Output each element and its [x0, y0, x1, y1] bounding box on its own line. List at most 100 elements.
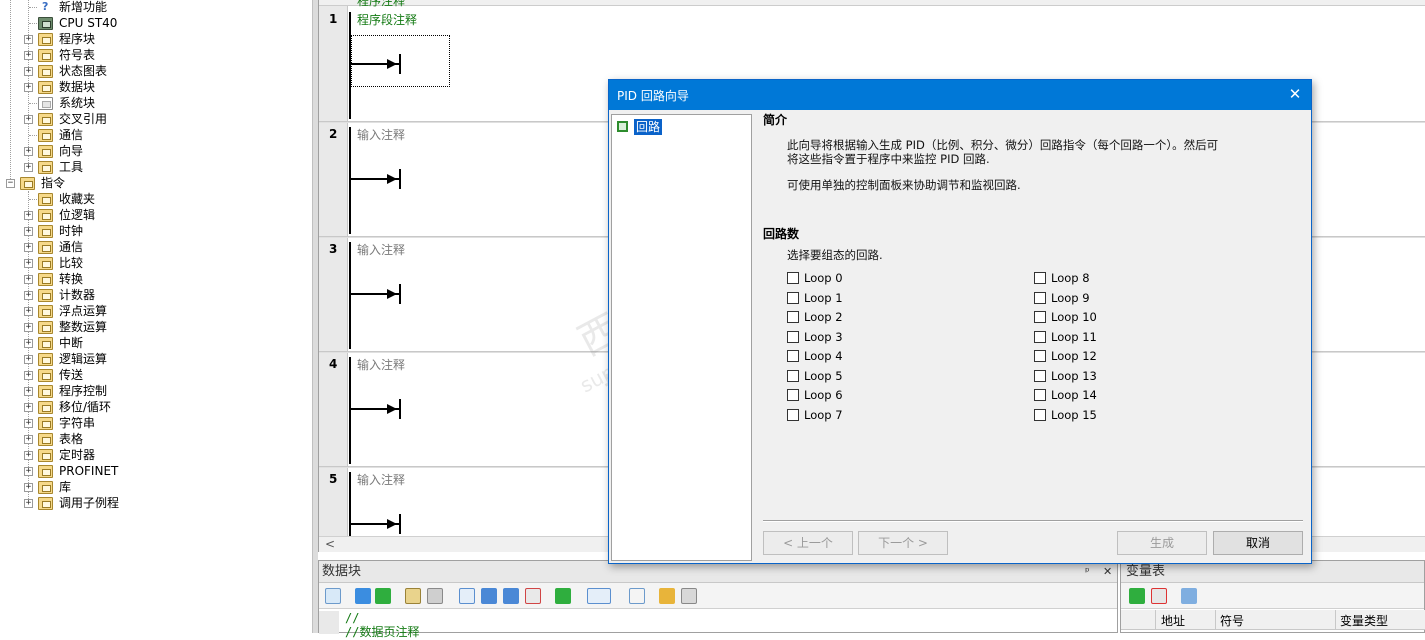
- generate-button[interactable]: 生成: [1117, 531, 1207, 555]
- tree-item[interactable]: + 移位/循环: [0, 399, 312, 415]
- paste-icon[interactable]: [427, 588, 443, 604]
- scroll-left-arrow[interactable]: <: [325, 537, 335, 551]
- tree-item[interactable]: + 通信: [0, 239, 312, 255]
- tree-item[interactable]: − 指令: [0, 175, 312, 191]
- expand-icon[interactable]: +: [24, 483, 33, 492]
- checkbox-box[interactable]: [1034, 369, 1046, 382]
- symbol-icon[interactable]: [629, 588, 645, 604]
- expand-icon[interactable]: +: [24, 163, 33, 172]
- tree-item[interactable]: + 程序控制: [0, 383, 312, 399]
- col-variable-type[interactable]: 变量类型: [1340, 612, 1388, 629]
- expand-icon[interactable]: +: [24, 51, 33, 60]
- user-icon[interactable]: [1181, 588, 1197, 604]
- tree-item[interactable]: + 逻辑运算: [0, 351, 312, 367]
- tree-item[interactable]: + 状态图表: [0, 63, 312, 79]
- tree-item[interactable]: + 字符串: [0, 415, 312, 431]
- network-comment[interactable]: 输入注释: [357, 126, 405, 143]
- network-comment[interactable]: 输入注释: [357, 241, 405, 258]
- tree-item[interactable]: + 数据块: [0, 79, 312, 95]
- checkbox-box[interactable]: [787, 350, 799, 362]
- expand-icon[interactable]: +: [24, 451, 33, 460]
- checkbox-box[interactable]: [787, 291, 799, 304]
- expand-icon[interactable]: +: [24, 387, 33, 396]
- tree-item[interactable]: + 位逻辑: [0, 207, 312, 223]
- col-symbol[interactable]: 符号: [1220, 612, 1244, 629]
- tree-item[interactable]: + 中断: [0, 335, 312, 351]
- tree-item[interactable]: + 程序块: [0, 31, 312, 47]
- tree-item[interactable]: + 时钟: [0, 223, 312, 239]
- dialog-titlebar[interactable]: PID 回路向导 ✕: [609, 80, 1311, 110]
- key-icon[interactable]: [659, 588, 675, 604]
- expand-icon[interactable]: +: [24, 307, 33, 316]
- insert-icon[interactable]: [405, 588, 421, 604]
- expand-icon[interactable]: +: [24, 355, 33, 364]
- compile-icon[interactable]: [325, 588, 341, 604]
- tree-item[interactable]: + 定时器: [0, 447, 312, 463]
- collapse-icon[interactable]: −: [6, 179, 15, 188]
- checkbox-box[interactable]: [787, 408, 799, 421]
- checkbox-box[interactable]: [787, 311, 799, 323]
- cancel-button[interactable]: 取消: [1213, 531, 1303, 555]
- tree-item[interactable]: + 传送: [0, 367, 312, 383]
- col-address[interactable]: 地址: [1161, 612, 1185, 629]
- tree-item[interactable]: + 向导: [0, 143, 312, 159]
- tree-item[interactable]: + 符号表: [0, 47, 312, 63]
- expand-icon[interactable]: +: [24, 35, 33, 44]
- delete-icon[interactable]: [525, 588, 541, 604]
- tree-item[interactable]: 新增功能: [0, 0, 312, 15]
- datablock-editor[interactable]: // //数据页注释: [319, 611, 1119, 639]
- checkbox-box[interactable]: [787, 330, 799, 343]
- view-dropdown-icon[interactable]: [587, 588, 611, 604]
- checkbox-box[interactable]: [1034, 311, 1046, 323]
- network-comment[interactable]: 程序段注释: [357, 11, 417, 28]
- expand-icon[interactable]: +: [24, 371, 33, 380]
- expand-icon[interactable]: +: [24, 211, 33, 220]
- tree-item[interactable]: + 表格: [0, 431, 312, 447]
- expand-icon[interactable]: +: [24, 259, 33, 268]
- tree-item[interactable]: + 转换: [0, 271, 312, 287]
- expand-icon[interactable]: +: [24, 67, 33, 76]
- tree-item[interactable]: + 调用子例程: [0, 495, 312, 511]
- checkbox-box[interactable]: [787, 369, 799, 382]
- tree-item[interactable]: + 比较: [0, 255, 312, 271]
- expand-icon[interactable]: +: [24, 467, 33, 476]
- block-icon[interactable]: [459, 588, 475, 604]
- checkbox-box[interactable]: [1034, 350, 1046, 362]
- network-comment[interactable]: 输入注释: [357, 356, 405, 373]
- expand-icon[interactable]: +: [24, 115, 33, 124]
- delete-row-icon[interactable]: [1151, 588, 1167, 604]
- checkbox-box[interactable]: [1034, 330, 1046, 343]
- close-icon[interactable]: ✕: [1287, 85, 1303, 103]
- move-down-icon[interactable]: [375, 588, 391, 604]
- expand-icon[interactable]: +: [24, 243, 33, 252]
- tree-item[interactable]: 系统块: [0, 95, 312, 111]
- tree-item[interactable]: + PROFINET: [0, 463, 312, 479]
- tree-item[interactable]: + 整数运算: [0, 319, 312, 335]
- prev-button[interactable]: < 上一个: [763, 531, 853, 555]
- tree-item[interactable]: CPU ST40: [0, 15, 312, 31]
- expand-icon[interactable]: +: [24, 83, 33, 92]
- tree-item[interactable]: 收藏夹: [0, 191, 312, 207]
- move-up-icon[interactable]: [355, 588, 371, 604]
- insert-row-icon[interactable]: [1129, 588, 1145, 604]
- checkbox-box[interactable]: [1034, 408, 1046, 421]
- checkbox-box[interactable]: [787, 389, 799, 401]
- expand-icon[interactable]: +: [24, 499, 33, 508]
- checkbox-box[interactable]: [1034, 291, 1046, 304]
- export-icon[interactable]: [503, 588, 519, 604]
- tree-item[interactable]: + 计数器: [0, 287, 312, 303]
- expand-icon[interactable]: +: [24, 227, 33, 236]
- import-icon[interactable]: [481, 588, 497, 604]
- expand-icon[interactable]: +: [24, 435, 33, 444]
- checkbox-box[interactable]: [1034, 389, 1046, 401]
- expand-icon[interactable]: +: [24, 419, 33, 428]
- pin-icon[interactable]: ᵖ: [1085, 561, 1090, 583]
- expand-icon[interactable]: +: [24, 275, 33, 284]
- tree-item[interactable]: 通信: [0, 127, 312, 143]
- expand-icon[interactable]: +: [24, 323, 33, 332]
- properties-icon[interactable]: [681, 588, 697, 604]
- tree-item[interactable]: + 浮点运算: [0, 303, 312, 319]
- checkbox-box[interactable]: [1034, 272, 1046, 284]
- program-comment-strip[interactable]: 程序注释: [319, 0, 1425, 8]
- next-button[interactable]: 下一个 >: [858, 531, 948, 555]
